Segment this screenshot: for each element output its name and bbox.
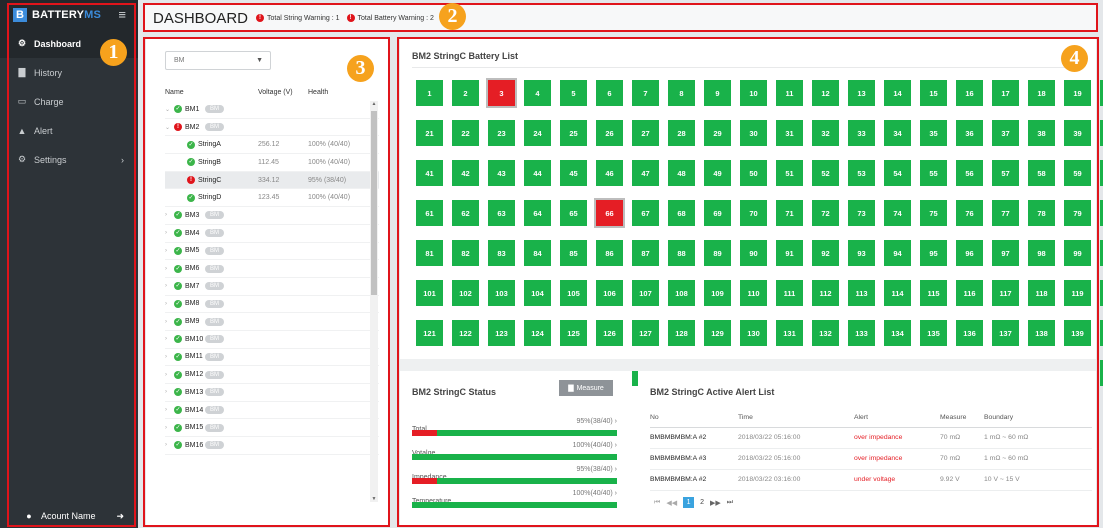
marker-1: 1 — [100, 39, 127, 66]
marker-2: 2 — [439, 3, 466, 30]
marker-4: 4 — [1061, 45, 1088, 72]
highlight-frame-header — [143, 3, 1098, 32]
highlight-frame-tree — [143, 37, 390, 527]
marker-3: 3 — [347, 55, 374, 82]
highlight-frame-battery — [397, 37, 1099, 527]
highlight-frame-sidebar — [7, 3, 136, 527]
